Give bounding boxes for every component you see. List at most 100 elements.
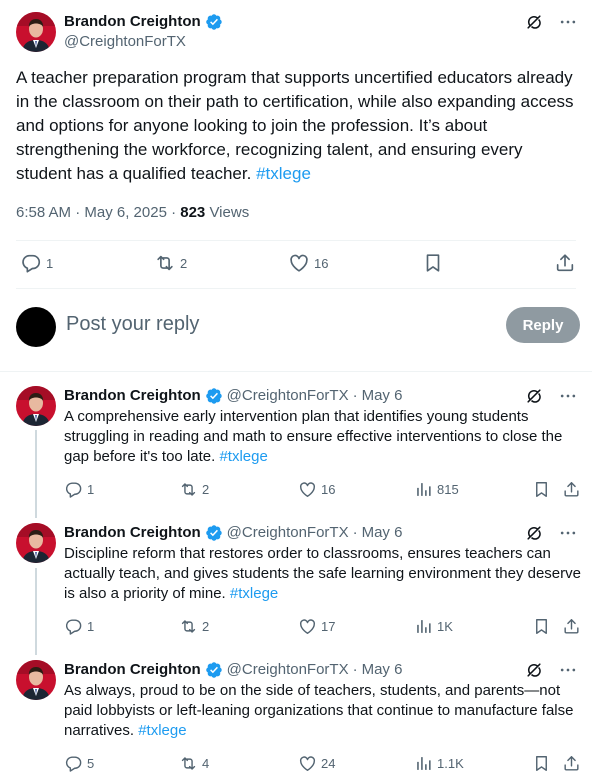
reply-header: Brandon Creighton @CreightonForTX · May … — [64, 386, 402, 406]
views-count: 1K — [437, 619, 453, 634]
post-date[interactable]: May 6 — [362, 660, 403, 680]
separator-dot: · — [352, 661, 358, 678]
grok-icon[interactable] — [524, 660, 544, 680]
reply-count: 1 — [87, 619, 95, 634]
author-avatar[interactable] — [16, 12, 56, 52]
separator-dot: · — [352, 387, 358, 404]
like-button[interactable]: 17 — [298, 617, 335, 636]
bookmark-button[interactable] — [532, 480, 551, 499]
views-button[interactable]: 1K — [414, 617, 453, 636]
like-count: 17 — [321, 619, 336, 634]
repost-count: 2 — [180, 255, 188, 271]
author-handle[interactable]: @CreightonForTX — [227, 523, 349, 543]
reply-header: Brandon Creighton @CreightonForTX · May … — [64, 523, 402, 543]
like-count: 16 — [314, 255, 329, 271]
reply-text: A comprehensive early intervention plan … — [64, 407, 584, 467]
views-button[interactable]: 1.1K — [414, 754, 464, 773]
hashtag-link[interactable]: #txlege — [230, 585, 278, 602]
repost-icon — [154, 252, 176, 274]
reply-count: 1 — [46, 255, 54, 271]
author-name-text[interactable]: Brandon Creighton — [64, 12, 201, 32]
reply-action-bar: 1 2 17 1K — [0, 617, 592, 637]
share-button[interactable] — [554, 252, 576, 274]
hashtag-link[interactable]: #txlege — [256, 164, 311, 183]
reply-body: Discipline reform that restores order to… — [64, 545, 581, 602]
verified-badge-icon[interactable] — [205, 13, 223, 31]
author-name[interactable]: Brandon Creighton — [64, 386, 201, 406]
bookmark-button[interactable] — [532, 754, 551, 773]
divider — [0, 371, 592, 372]
reply-count: 1 — [87, 482, 95, 497]
reply-count: 5 — [87, 756, 95, 771]
reply-submit-button[interactable]: Reply — [506, 307, 580, 343]
grok-icon[interactable] — [524, 386, 544, 406]
author-avatar[interactable] — [16, 660, 56, 700]
tweet-meta: 6:58 AM · May 6, 2025 · 823 Views — [16, 203, 249, 223]
author-name[interactable]: Brandon Creighton — [64, 12, 223, 32]
author-name[interactable]: Brandon Creighton — [64, 660, 201, 680]
reply-header: Brandon Creighton @CreightonForTX · May … — [64, 660, 402, 680]
bookmark-button[interactable] — [532, 617, 551, 636]
divider — [16, 288, 576, 289]
author-name[interactable]: Brandon Creighton — [64, 523, 201, 543]
share-icon — [554, 252, 576, 274]
reply-action-bar: 1 2 16 815 — [0, 480, 592, 500]
author-avatar[interactable] — [16, 386, 56, 426]
repost-button[interactable]: 4 — [179, 754, 209, 773]
views-count: 823 — [180, 204, 206, 221]
share-button[interactable] — [562, 480, 581, 499]
reply-button[interactable]: 1 — [64, 617, 94, 636]
repost-button[interactable]: 2 — [179, 480, 209, 499]
post-date[interactable]: May 6 — [362, 386, 403, 406]
reply-button[interactable]: 5 — [64, 754, 94, 773]
reply-button[interactable]: 1 — [20, 252, 53, 274]
grok-icon[interactable] — [524, 12, 544, 32]
repost-count: 4 — [202, 756, 210, 771]
like-count: 24 — [321, 756, 336, 771]
grok-icon[interactable] — [524, 523, 544, 543]
share-button[interactable] — [562, 754, 581, 773]
verified-badge-icon[interactable] — [205, 524, 223, 542]
more-options-icon[interactable] — [558, 386, 578, 406]
reply-icon — [20, 252, 42, 274]
like-count: 16 — [321, 482, 336, 497]
thread-connector — [35, 430, 37, 518]
views-label: Views — [205, 204, 250, 221]
more-options-icon[interactable] — [558, 12, 578, 32]
separator-dot: · — [352, 524, 358, 541]
reply-input[interactable]: Post your reply — [66, 313, 199, 336]
tweet-timestamp[interactable]: 6:58 AM · May 6, 2025 · — [16, 204, 180, 221]
current-user-avatar — [16, 307, 56, 347]
author-avatar[interactable] — [16, 523, 56, 563]
post-date[interactable]: May 6 — [362, 523, 403, 543]
bookmark-button[interactable] — [422, 252, 444, 274]
author-handle[interactable]: @CreightonForTX — [227, 660, 349, 680]
reply-text: Discipline reform that restores order to… — [64, 544, 584, 604]
repost-button[interactable]: 2 — [179, 617, 209, 636]
like-button[interactable]: 24 — [298, 754, 335, 773]
more-options-icon[interactable] — [558, 660, 578, 680]
repost-count: 2 — [202, 482, 210, 497]
author-handle[interactable]: @CreightonForTX — [227, 386, 349, 406]
repost-count: 2 — [202, 619, 210, 634]
more-options-icon[interactable] — [558, 523, 578, 543]
reply-action-bar: 5 4 24 1.1K — [0, 754, 592, 774]
divider — [16, 240, 576, 241]
repost-button[interactable]: 2 — [154, 252, 187, 274]
reply-body: A comprehensive early intervention plan … — [64, 408, 563, 465]
verified-badge-icon[interactable] — [205, 661, 223, 679]
hashtag-link[interactable]: #txlege — [219, 448, 267, 465]
views-button[interactable]: 815 — [414, 480, 459, 499]
reply-button[interactable]: 1 — [64, 480, 94, 499]
like-icon — [288, 252, 310, 274]
hashtag-link[interactable]: #txlege — [138, 722, 186, 739]
views-count: 1.1K — [437, 756, 464, 771]
views-count: 815 — [437, 482, 459, 497]
share-button[interactable] — [562, 617, 581, 636]
bookmark-icon — [422, 252, 444, 274]
like-button[interactable]: 16 — [288, 252, 328, 274]
author-handle[interactable]: @CreightonForTX — [64, 32, 186, 52]
verified-badge-icon[interactable] — [205, 387, 223, 405]
like-button[interactable]: 16 — [298, 480, 335, 499]
reply-text: As always, proud to be on the side of te… — [64, 681, 584, 741]
